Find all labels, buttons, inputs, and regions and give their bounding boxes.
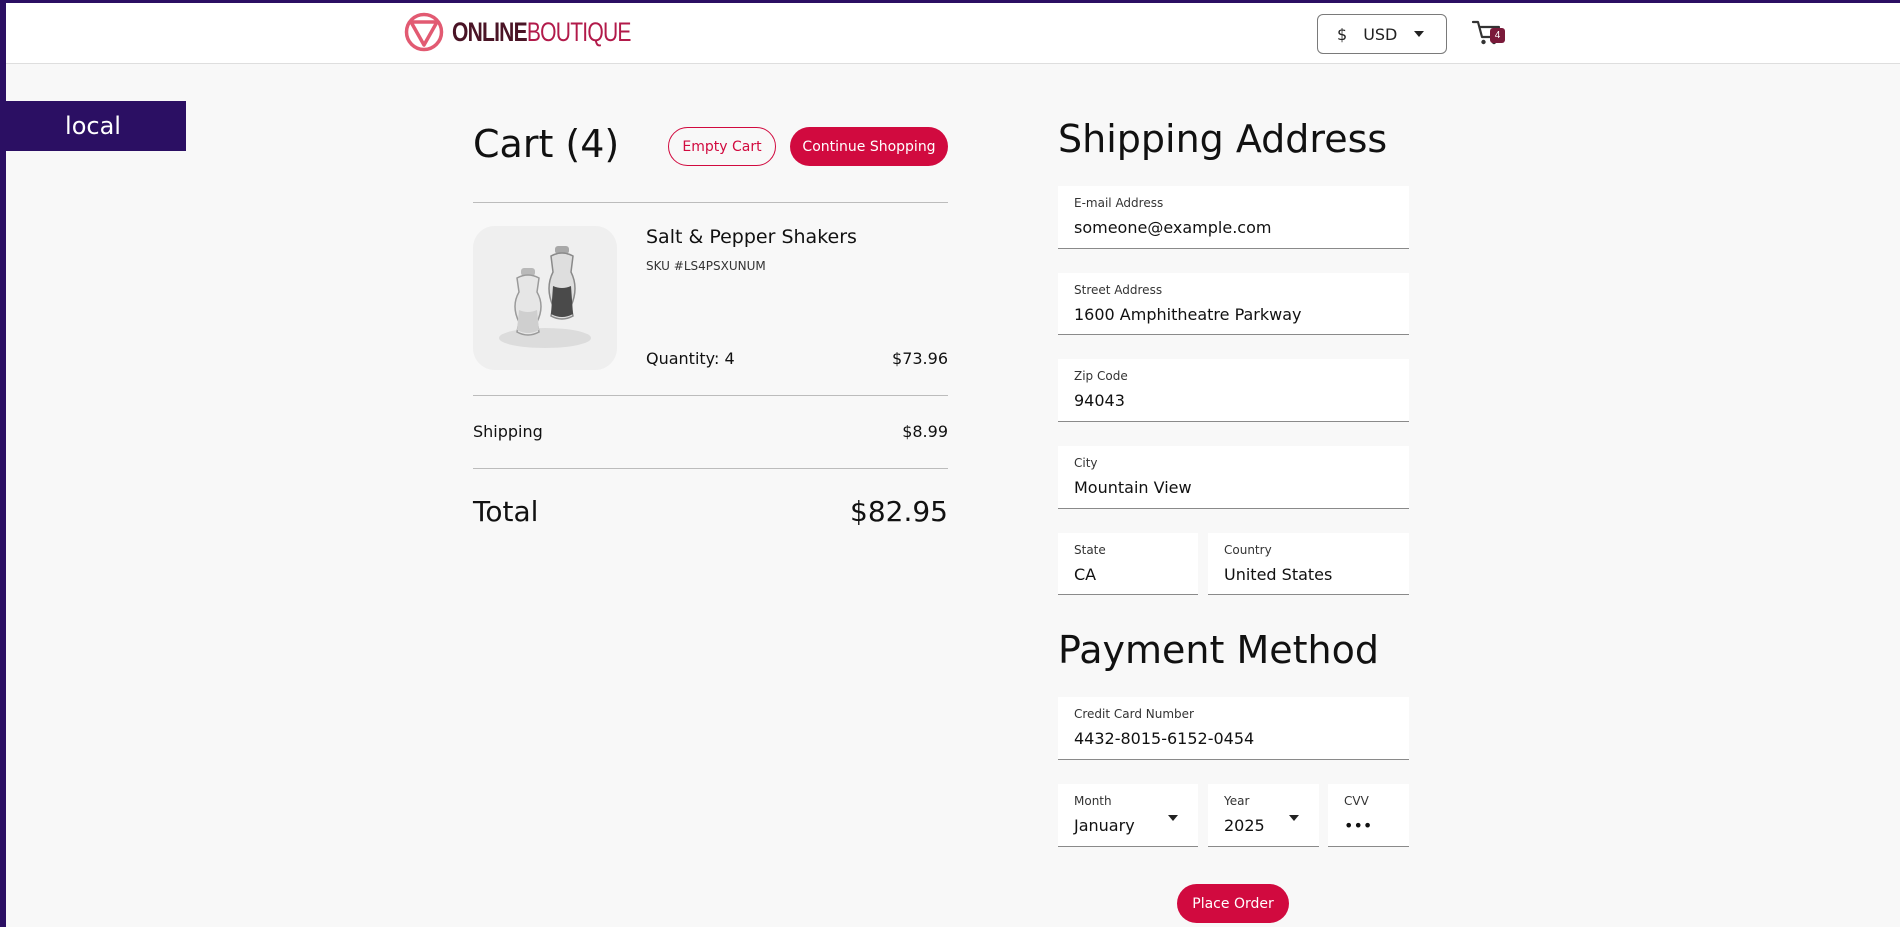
product-sku: SKU #LS4PSXUNUM <box>646 259 766 273</box>
year-select[interactable]: Year 2025 <box>1208 784 1319 847</box>
site-logo[interactable]: ONLINEBOUTIQUE <box>404 12 681 52</box>
cart-count-badge: 4 <box>1490 28 1505 43</box>
currency-symbol: $ <box>1337 24 1348 44</box>
field-value: 94043 <box>1074 391 1125 410</box>
field-value: CA <box>1074 565 1097 584</box>
shipping-label: Shipping <box>473 422 543 441</box>
email-field[interactable]: E-mail Address someone@example.com <box>1058 186 1409 249</box>
divider <box>473 202 948 203</box>
field-label: E-mail Address <box>1074 196 1164 210</box>
environment-badge: local <box>0 101 186 151</box>
logo-wordmark: ONLINEBOUTIQUE <box>452 16 631 47</box>
product-name[interactable]: Salt & Pepper Shakers <box>646 226 857 248</box>
field-label: Street Address <box>1074 283 1163 297</box>
field-label: Zip Code <box>1074 369 1128 383</box>
product-image[interactable] <box>473 226 617 370</box>
field-label: Country <box>1224 543 1272 557</box>
site-header: ONLINEBOUTIQUE $ USD 4 <box>6 3 1900 64</box>
top-accent-line <box>0 0 1900 3</box>
currency-code: USD <box>1363 24 1398 44</box>
zip-code-field[interactable]: Zip Code 94043 <box>1058 359 1409 422</box>
country-field[interactable]: Country United States <box>1208 533 1409 595</box>
field-value: 1600 Amphitheatre Parkway <box>1074 305 1302 324</box>
product-price: $73.96 <box>892 349 948 368</box>
field-value: 2025 <box>1224 816 1265 835</box>
state-field[interactable]: State CA <box>1058 533 1198 595</box>
field-label: Year <box>1224 794 1250 808</box>
continue-shopping-button[interactable]: Continue Shopping <box>790 127 948 166</box>
field-label: State <box>1074 543 1106 557</box>
field-value: United States <box>1224 565 1333 584</box>
field-label: Credit Card Number <box>1074 707 1194 721</box>
field-value: someone@example.com <box>1074 218 1272 237</box>
currency-selector[interactable]: $ USD <box>1317 14 1447 54</box>
month-select[interactable]: Month January <box>1058 784 1198 847</box>
product-quantity: Quantity: 4 <box>646 349 735 368</box>
empty-cart-button[interactable]: Empty Cart <box>668 127 776 166</box>
field-value: ••• <box>1344 816 1373 835</box>
credit-card-field[interactable]: Credit Card Number 4432-8015-6152-0454 <box>1058 697 1409 760</box>
logo-icon <box>404 12 444 52</box>
field-label: Month <box>1074 794 1112 808</box>
field-value: 4432-8015-6152-0454 <box>1074 729 1255 748</box>
cvv-field[interactable]: CVV ••• <box>1328 784 1409 847</box>
chevron-down-icon <box>1289 815 1299 821</box>
payment-method-title: Payment Method <box>1058 628 1379 672</box>
total-price: $82.95 <box>850 495 948 528</box>
street-address-field[interactable]: Street Address 1600 Amphitheatre Parkway <box>1058 273 1409 335</box>
field-value: Mountain View <box>1074 478 1192 497</box>
total-label: Total <box>473 495 539 528</box>
chevron-down-icon <box>1414 31 1424 37</box>
field-label: CVV <box>1344 794 1369 808</box>
field-value: January <box>1074 816 1135 835</box>
shipping-address-title: Shipping Address <box>1058 117 1388 161</box>
chevron-down-icon <box>1168 815 1178 821</box>
place-order-button[interactable]: Place Order <box>1177 884 1289 923</box>
cart-title: Cart (4) <box>473 122 620 166</box>
field-label: City <box>1074 456 1098 470</box>
shipping-price: $8.99 <box>902 422 948 441</box>
divider <box>473 468 948 469</box>
city-field[interactable]: City Mountain View <box>1058 446 1409 509</box>
divider <box>473 395 948 396</box>
